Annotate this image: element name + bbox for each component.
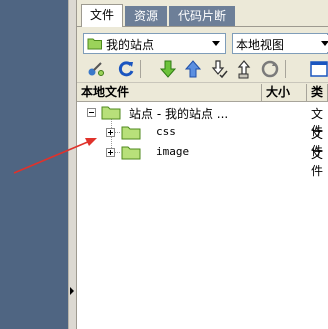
file-actions-toolbar: [77, 56, 328, 83]
tab-assets[interactable]: 资源: [125, 6, 167, 26]
expand-toggle-icon[interactable]: [106, 128, 115, 137]
tree-row-css[interactable]: css 文件: [77, 123, 328, 158]
tree-row-image[interactable]: image 文件: [77, 143, 328, 178]
tree-row-label: css: [156, 125, 176, 138]
tree-row-type: 文件: [311, 147, 324, 178]
site-select-value: 我的站点: [106, 38, 155, 52]
column-local-files[interactable]: 本地文件: [77, 84, 262, 101]
site-folder-icon: [87, 38, 102, 50]
view-select-value: 本地视图: [236, 38, 285, 52]
collapse-toggle-icon[interactable]: [87, 108, 96, 117]
desktop-backdrop: [0, 0, 68, 329]
files-panel: 文件 资源 代码片断 我的站点 本地视图 本地文件 大小 类 站点 - 我的站点…: [77, 0, 328, 329]
folder-icon: [121, 126, 141, 140]
connect-icon[interactable]: [86, 59, 106, 79]
chevron-down-icon[interactable]: [207, 35, 224, 52]
get-files-icon[interactable]: [158, 59, 178, 79]
panel-collapse-strip[interactable]: [68, 0, 77, 329]
view-select[interactable]: 本地视图: [232, 33, 328, 54]
put-files-icon[interactable]: [183, 59, 203, 79]
column-size[interactable]: 大小: [262, 84, 307, 101]
refresh-icon[interactable]: [116, 59, 136, 79]
expand-toggle-icon[interactable]: [106, 148, 115, 157]
check-out-icon[interactable]: [208, 59, 228, 79]
tab-snippets[interactable]: 代码片断: [169, 6, 235, 26]
file-list: 本地文件 大小 类 站点 - 我的站点 ... 文件 css 文件 image …: [77, 84, 328, 329]
site-toolbar: 我的站点 本地视图: [77, 31, 328, 55]
chevron-down-icon[interactable]: [316, 35, 328, 52]
tree-row-label: 站点 - 我的站点 ...: [129, 107, 229, 121]
file-list-header: 本地文件 大小 类: [77, 84, 328, 102]
folder-icon: [101, 106, 121, 120]
tab-files[interactable]: 文件: [81, 4, 123, 27]
folder-icon: [121, 146, 141, 160]
toolbar-separator: [140, 60, 141, 78]
synchronize-icon[interactable]: [260, 59, 280, 79]
toolbar-separator: [285, 60, 286, 78]
tree-row-root[interactable]: 站点 - 我的站点 ... 文件: [77, 103, 328, 138]
column-type[interactable]: 类: [307, 84, 328, 101]
panel-tabbar: 文件 资源 代码片断: [77, 4, 328, 27]
expand-icon[interactable]: [309, 59, 328, 79]
check-in-icon[interactable]: [234, 59, 254, 79]
site-select[interactable]: 我的站点: [83, 33, 226, 54]
collapse-arrow-icon[interactable]: [70, 287, 74, 295]
tree-row-label: image: [156, 145, 190, 158]
